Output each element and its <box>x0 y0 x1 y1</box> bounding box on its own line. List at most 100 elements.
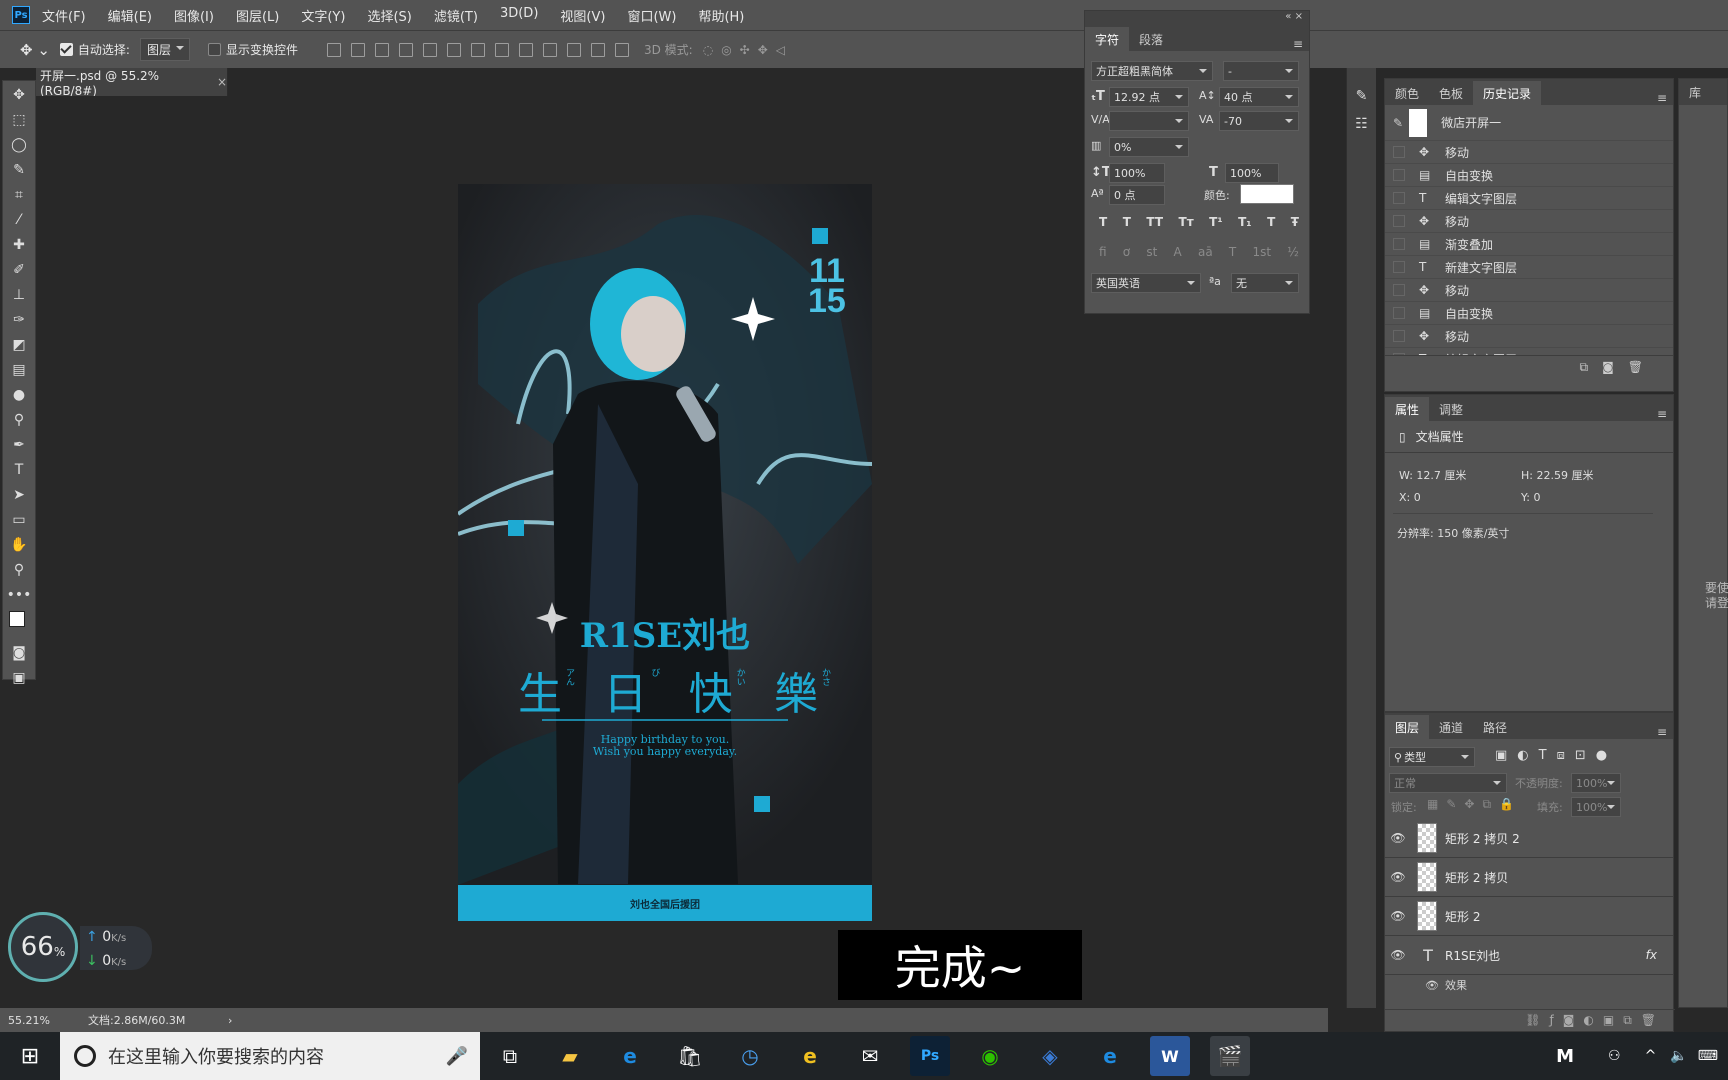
text-style-button[interactable]: T₁ <box>1238 215 1251 229</box>
history-item[interactable]: ✥ 移动 <box>1385 141 1673 164</box>
text-style-button[interactable]: T <box>1123 215 1131 229</box>
visibility-eye-icon[interactable]: 👁 <box>1385 909 1411 923</box>
close-panel-icon[interactable]: × <box>1295 11 1303 22</box>
history-item[interactable]: T 新建文字图层 <box>1385 256 1673 279</box>
eraser-tool-icon[interactable]: ◩ <box>7 334 31 356</box>
kerning-field[interactable] <box>1109 111 1189 131</box>
effects-row[interactable]: 👁 效果 <box>1385 975 1673 995</box>
history-source-checkbox[interactable] <box>1393 353 1405 355</box>
history-source-checkbox[interactable] <box>1393 261 1405 273</box>
text-color-swatch[interactable] <box>1240 184 1294 204</box>
tab-properties[interactable]: 属性 <box>1385 397 1430 421</box>
align-vcenter-icon[interactable] <box>350 42 365 57</box>
menu-item[interactable]: 图像(I) <box>174 6 214 25</box>
visibility-eye-icon[interactable]: 👁 <box>1425 979 1439 992</box>
healing-brush-icon[interactable]: ✚ <box>7 234 31 256</box>
fill-field[interactable]: 100% <box>1571 797 1621 817</box>
align-hcenter-icon[interactable] <box>422 42 437 57</box>
tsume-field[interactable]: 0% <box>1109 137 1189 157</box>
quick-mask-icon[interactable]: ◙ <box>7 642 31 664</box>
wechat-icon[interactable]: ◉ <box>970 1036 1010 1076</box>
history-source-checkbox[interactable] <box>1393 215 1405 227</box>
brush-tool-icon[interactable]: ✐ <box>7 259 31 281</box>
type-tool-icon[interactable]: T <box>7 459 31 481</box>
history-footer-buttons[interactable]: ⧉◙🗑 <box>1385 355 1673 381</box>
text-style-button[interactable]: TT <box>1146 215 1163 229</box>
hand-tool-icon[interactable]: ✋ <box>7 534 31 556</box>
history-item[interactable]: ✥ 移动 <box>1385 210 1673 233</box>
panel-menu-icon[interactable]: ≡ <box>1657 407 1673 421</box>
taskbar-search-box[interactable]: 在这里输入你要搜索的内容 🎤 <box>60 1032 480 1080</box>
menu-item[interactable]: 窗口(W) <box>627 6 676 25</box>
ie2-icon[interactable]: e <box>1090 1036 1130 1076</box>
show-transform-checkbox[interactable]: 显示变换控件 <box>207 41 298 58</box>
store-icon[interactable]: 🛍 <box>670 1036 710 1076</box>
volume-icon[interactable]: 🔈 <box>1670 1048 1687 1064</box>
lasso-tool-icon[interactable]: ◯ <box>7 134 31 156</box>
word-icon[interactable]: W <box>1150 1036 1190 1076</box>
zoom-tool-icon[interactable]: ⚲ <box>7 559 31 581</box>
history-item[interactable]: ✥ 移动 <box>1385 279 1673 302</box>
history-item[interactable]: ▤ 渐变叠加 <box>1385 233 1673 256</box>
language-select[interactable]: 英国英语 <box>1091 273 1201 293</box>
tray-m-icon[interactable]: M <box>1556 1046 1574 1067</box>
distribute-vcenter-icon[interactable] <box>494 42 509 57</box>
menu-item[interactable]: 文件(F) <box>42 6 86 25</box>
tab-character[interactable]: 字符 <box>1085 27 1130 51</box>
align-right-icon[interactable] <box>446 42 461 57</box>
menu-item[interactable]: 编辑(E) <box>108 6 152 25</box>
file-explorer-icon[interactable]: ▰ <box>550 1036 590 1076</box>
horizontal-scale-field[interactable]: 100% <box>1225 163 1279 183</box>
poster-canvas[interactable]: 11 15 R1SE刘也 生アん日び快かい樂かさ Happy birthday … <box>458 184 872 921</box>
more-tools-icon[interactable]: ••• <box>7 584 32 606</box>
blur-tool-icon[interactable]: ● <box>7 384 31 406</box>
opacity-field[interactable]: 100% <box>1571 773 1621 793</box>
menu-item[interactable]: 滤镜(T) <box>434 6 478 25</box>
panel-menu-icon[interactable]: ≡ <box>1657 91 1673 105</box>
align-top-icon[interactable] <box>326 42 341 57</box>
history-item[interactable]: ▤ 自由变换 <box>1385 302 1673 325</box>
opentype-button[interactable]: st <box>1146 245 1157 259</box>
layer-row[interactable]: 👁 矩形 2 <box>1385 897 1673 936</box>
auto-select-dropdown[interactable]: 图层 <box>139 38 190 61</box>
history-source-checkbox[interactable] <box>1393 169 1405 181</box>
screen-mode-icon[interactable]: ▣ <box>7 667 31 689</box>
menu-item[interactable]: 图层(L) <box>236 6 279 25</box>
blend-mode-select[interactable]: 正常 <box>1389 773 1507 793</box>
document-tab[interactable]: 开屏一.psd @ 55.2%(RGB/8#) × <box>36 68 228 98</box>
opentype-button[interactable]: ½ <box>1287 245 1299 259</box>
close-tab-icon[interactable]: × <box>217 75 227 89</box>
text-style-button[interactable]: Tт <box>1179 215 1194 229</box>
distribute-hcenter-icon[interactable] <box>566 42 581 57</box>
font-family-select[interactable]: 方正超粗黑简体 <box>1091 61 1213 81</box>
auto-align-icon[interactable] <box>614 42 629 57</box>
visibility-eye-icon[interactable]: 👁 <box>1385 948 1411 962</box>
distribute-left-icon[interactable] <box>542 42 557 57</box>
status-arrow-icon[interactable]: › <box>228 1014 232 1027</box>
distribute-bottom-icon[interactable] <box>518 42 533 57</box>
pen-tool-icon[interactable]: ✒ <box>7 434 31 456</box>
clock-app-icon[interactable]: ◷ <box>730 1036 770 1076</box>
fx-icon[interactable]: fx <box>1646 948 1657 962</box>
adjustments-icon[interactable]: ☷ <box>1347 116 1376 132</box>
opentype-button[interactable]: ơ <box>1123 245 1130 259</box>
opentype-button[interactable]: 1st <box>1252 245 1271 259</box>
antialias-select[interactable]: 无 <box>1231 273 1299 293</box>
tab-channels[interactable]: 通道 <box>1429 715 1474 739</box>
people-icon[interactable]: ⚇ <box>1608 1048 1621 1064</box>
windows-start-icon[interactable]: ⊞ <box>10 1036 50 1076</box>
text-style-button[interactable]: T <box>1099 215 1107 229</box>
quick-select-tool-icon[interactable]: ✎ <box>7 159 31 181</box>
distribute-right-icon[interactable] <box>590 42 605 57</box>
photoshop-taskbar-icon[interactable]: Ps <box>910 1036 950 1076</box>
layer-filter-select[interactable]: ⚲ 类型 <box>1389 747 1475 767</box>
input-method-icon[interactable]: ⌨ <box>1698 1048 1718 1064</box>
rectangle-tool-icon[interactable]: ▭ <box>7 509 31 531</box>
video-editor-icon[interactable]: 🎬 <box>1210 1036 1250 1076</box>
edge-icon[interactable]: e <box>610 1036 650 1076</box>
history-source-checkbox[interactable] <box>1393 330 1405 342</box>
history-snapshot[interactable]: ✎ 微店开屏一 <box>1385 105 1673 141</box>
history-source-checkbox[interactable] <box>1393 284 1405 296</box>
menu-item[interactable]: 文字(Y) <box>301 6 345 25</box>
stamp-tool-icon[interactable]: ⊥ <box>7 284 31 306</box>
